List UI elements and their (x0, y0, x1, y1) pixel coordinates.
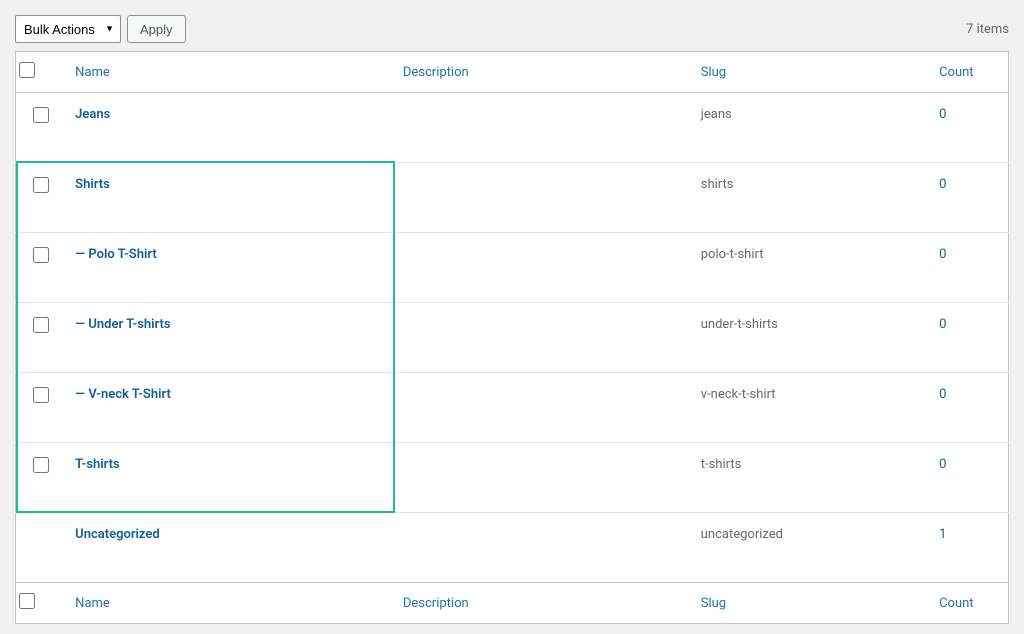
row-count-cell: 0 (929, 443, 1008, 513)
bulk-actions-group: Bulk Actions Apply (15, 15, 186, 43)
row-description-cell (393, 373, 691, 443)
row-title-link[interactable]: Shirts (75, 177, 110, 192)
select-all-checkbox-footer[interactable] (19, 593, 35, 609)
row-count-link[interactable]: 0 (939, 107, 946, 122)
row-slug-cell: v-neck-t-shirt (691, 373, 929, 443)
header-name[interactable]: Name (65, 52, 393, 93)
table-row: — Polo T-Shirt polo-t-shirt 0 (16, 233, 1009, 303)
row-slug-cell: t-shirts (691, 443, 929, 513)
row-name-cell: T-shirts (65, 443, 393, 513)
row-description-cell (393, 93, 691, 163)
row-check-cell (16, 303, 66, 373)
row-description-cell (393, 513, 691, 583)
row-slug-cell: polo-t-shirt (691, 233, 929, 303)
row-checkbox[interactable] (33, 317, 49, 333)
row-slug-cell: shirts (691, 163, 929, 233)
row-slug-cell: jeans (691, 93, 929, 163)
row-name-cell: Jeans (65, 93, 393, 163)
table-header-row: Name Description Slug Count (16, 52, 1009, 93)
footer-count[interactable]: Count (929, 583, 1008, 624)
row-description-cell (393, 303, 691, 373)
bulk-select-wrap: Bulk Actions (15, 15, 121, 43)
row-check-cell (16, 443, 66, 513)
row-description-cell (393, 163, 691, 233)
row-check-cell (16, 513, 66, 583)
tablenav-top: Bulk Actions Apply 7 items (15, 10, 1009, 51)
row-count-link[interactable]: 0 (939, 177, 946, 192)
apply-button[interactable]: Apply (127, 15, 186, 43)
row-check-cell (16, 163, 66, 233)
table-row: T-shirts t-shirts 0 (16, 443, 1009, 513)
row-count-link[interactable]: 1 (939, 527, 946, 542)
row-count-cell: 0 (929, 373, 1008, 443)
row-title-link[interactable]: — Polo T-Shirt (75, 247, 157, 262)
footer-description[interactable]: Description (393, 583, 691, 624)
table-footer-row: Name Description Slug Count (16, 583, 1009, 624)
row-slug-cell: under-t-shirts (691, 303, 929, 373)
table-row: Uncategorized uncategorized 1 (16, 513, 1009, 583)
row-description-cell (393, 233, 691, 303)
row-check-cell (16, 233, 66, 303)
row-count-cell: 1 (929, 513, 1008, 583)
table-row: — V-neck T-Shirt v-neck-t-shirt 0 (16, 373, 1009, 443)
row-count-link[interactable]: 0 (939, 387, 946, 402)
row-name-cell: — V-neck T-Shirt (65, 373, 393, 443)
row-count-cell: 0 (929, 163, 1008, 233)
row-count-cell: 0 (929, 233, 1008, 303)
row-checkbox[interactable] (33, 387, 49, 403)
header-description[interactable]: Description (393, 52, 691, 93)
row-count-cell: 0 (929, 93, 1008, 163)
row-name-cell: Shirts (65, 163, 393, 233)
row-title-link[interactable]: Uncategorized (75, 527, 160, 542)
row-name-cell: Uncategorized (65, 513, 393, 583)
row-title-link[interactable]: — Under T-shirts (75, 317, 170, 332)
item-count: 7 items (966, 22, 1009, 37)
row-check-cell (16, 373, 66, 443)
row-check-cell (16, 93, 66, 163)
select-all-checkbox[interactable] (19, 62, 35, 78)
footer-slug[interactable]: Slug (691, 583, 929, 624)
row-count-cell: 0 (929, 303, 1008, 373)
row-count-link[interactable]: 0 (939, 457, 946, 472)
row-checkbox[interactable] (33, 457, 49, 473)
row-name-cell: — Under T-shirts (65, 303, 393, 373)
bulk-actions-select[interactable]: Bulk Actions (15, 15, 121, 43)
row-name-cell: — Polo T-Shirt (65, 233, 393, 303)
table-row: — Under T-shirts under-t-shirts 0 (16, 303, 1009, 373)
row-count-link[interactable]: 0 (939, 317, 946, 332)
footer-check (16, 583, 66, 624)
categories-table: Name Description Slug Count Jeansjeans0S… (15, 51, 1009, 624)
table-wrap: Name Description Slug Count Jeansjeans0S… (15, 51, 1009, 624)
row-description-cell (393, 443, 691, 513)
row-title-link[interactable]: — V-neck T-Shirt (75, 387, 171, 402)
table-row: Shirts shirts 0 (16, 163, 1009, 233)
row-checkbox[interactable] (33, 107, 49, 123)
table-row: Jeans jeans 0 (16, 93, 1009, 163)
row-slug-cell: uncategorized (691, 513, 929, 583)
row-count-link[interactable]: 0 (939, 247, 946, 262)
header-count[interactable]: Count (929, 52, 1008, 93)
header-check (16, 52, 66, 93)
row-title-link[interactable]: T-shirts (75, 457, 120, 472)
row-checkbox[interactable] (33, 177, 49, 193)
header-slug[interactable]: Slug (691, 52, 929, 93)
footer-name[interactable]: Name (65, 583, 393, 624)
row-checkbox[interactable] (33, 247, 49, 263)
row-title-link[interactable]: Jeans (75, 107, 110, 122)
